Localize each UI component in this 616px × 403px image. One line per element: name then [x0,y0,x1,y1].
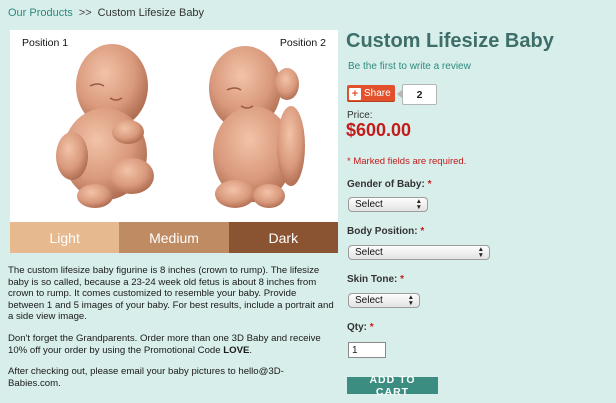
swatch-medium[interactable]: Medium [119,222,229,253]
qty-label: Qty: * [347,322,374,333]
plus-icon: + [349,87,361,100]
skin-tone-select[interactable]: Select ▲ ▼ [348,293,420,308]
skin-tone-label-text: Skin Tone: [347,274,398,285]
gender-label-text: Gender of Baby: [347,179,425,190]
quantity-input[interactable]: 1 [348,342,386,358]
description-p2-end: . [249,344,253,356]
share-count: 2 [397,84,437,105]
gender-select-value: Select [355,199,383,210]
required-marker: * [400,274,405,285]
select-arrows-icon: ▲ ▼ [415,198,422,211]
product-title: Custom Lifesize Baby [346,30,554,52]
skin-tone-select-value: Select [355,295,383,306]
swatch-dark[interactable]: Dark [228,222,338,253]
breadcrumb-our-products-link[interactable]: Our Products [8,7,73,19]
description-paragraph-1: The custom lifesize baby figurine is 8 i… [8,265,334,323]
product-description: The custom lifesize baby figurine is 8 i… [8,265,334,399]
share-button[interactable]: + Share [347,85,395,102]
breadcrumb-current: Custom Lifesize Baby [97,7,205,19]
skin-tone-swatches: Light Medium Dark [10,222,338,253]
qty-label-text: Qty: [347,322,367,333]
gender-label: Gender of Baby: * [347,179,431,190]
select-arrows-icon: ▲ ▼ [407,294,414,307]
body-position-select[interactable]: Select ▲ ▼ [348,245,490,260]
select-arrows-icon: ▲ ▼ [477,246,484,259]
required-marker: * [420,226,425,237]
price-value: $600.00 [346,120,412,140]
swatch-light[interactable]: Light [10,222,120,253]
description-paragraph-2: Don't forget the Grandparents. Order mor… [8,333,334,356]
breadcrumb: Our Products >> Custom Lifesize Baby [8,7,204,19]
body-position-label-text: Body Position: [347,226,418,237]
required-marker: * [369,322,374,333]
product-image[interactable]: Position 1 Position 2 Light Medium Dark [10,30,338,253]
share-label: Share [364,88,391,99]
body-position-select-value: Select [355,247,383,258]
breadcrumb-separator: >> [78,7,92,19]
description-p2-text: Don't forget the Grandparents. Order mor… [8,332,321,356]
required-marker: * [427,179,432,190]
gender-select[interactable]: Select ▲ ▼ [348,197,428,212]
skin-tone-label: Skin Tone: * [347,274,404,285]
description-paragraph-3: After checking out, please email your ba… [8,366,284,389]
write-review-link[interactable]: Be the first to write a review [348,61,471,72]
required-fields-note: * Marked fields are required. [347,156,467,167]
baby-figure-position-1 [56,44,154,208]
promo-code: LOVE [223,344,250,356]
body-position-label: Body Position: * [347,226,424,237]
add-to-cart-button[interactable]: ADD TO CART [347,374,438,398]
baby-figure-position-2 [209,46,305,208]
